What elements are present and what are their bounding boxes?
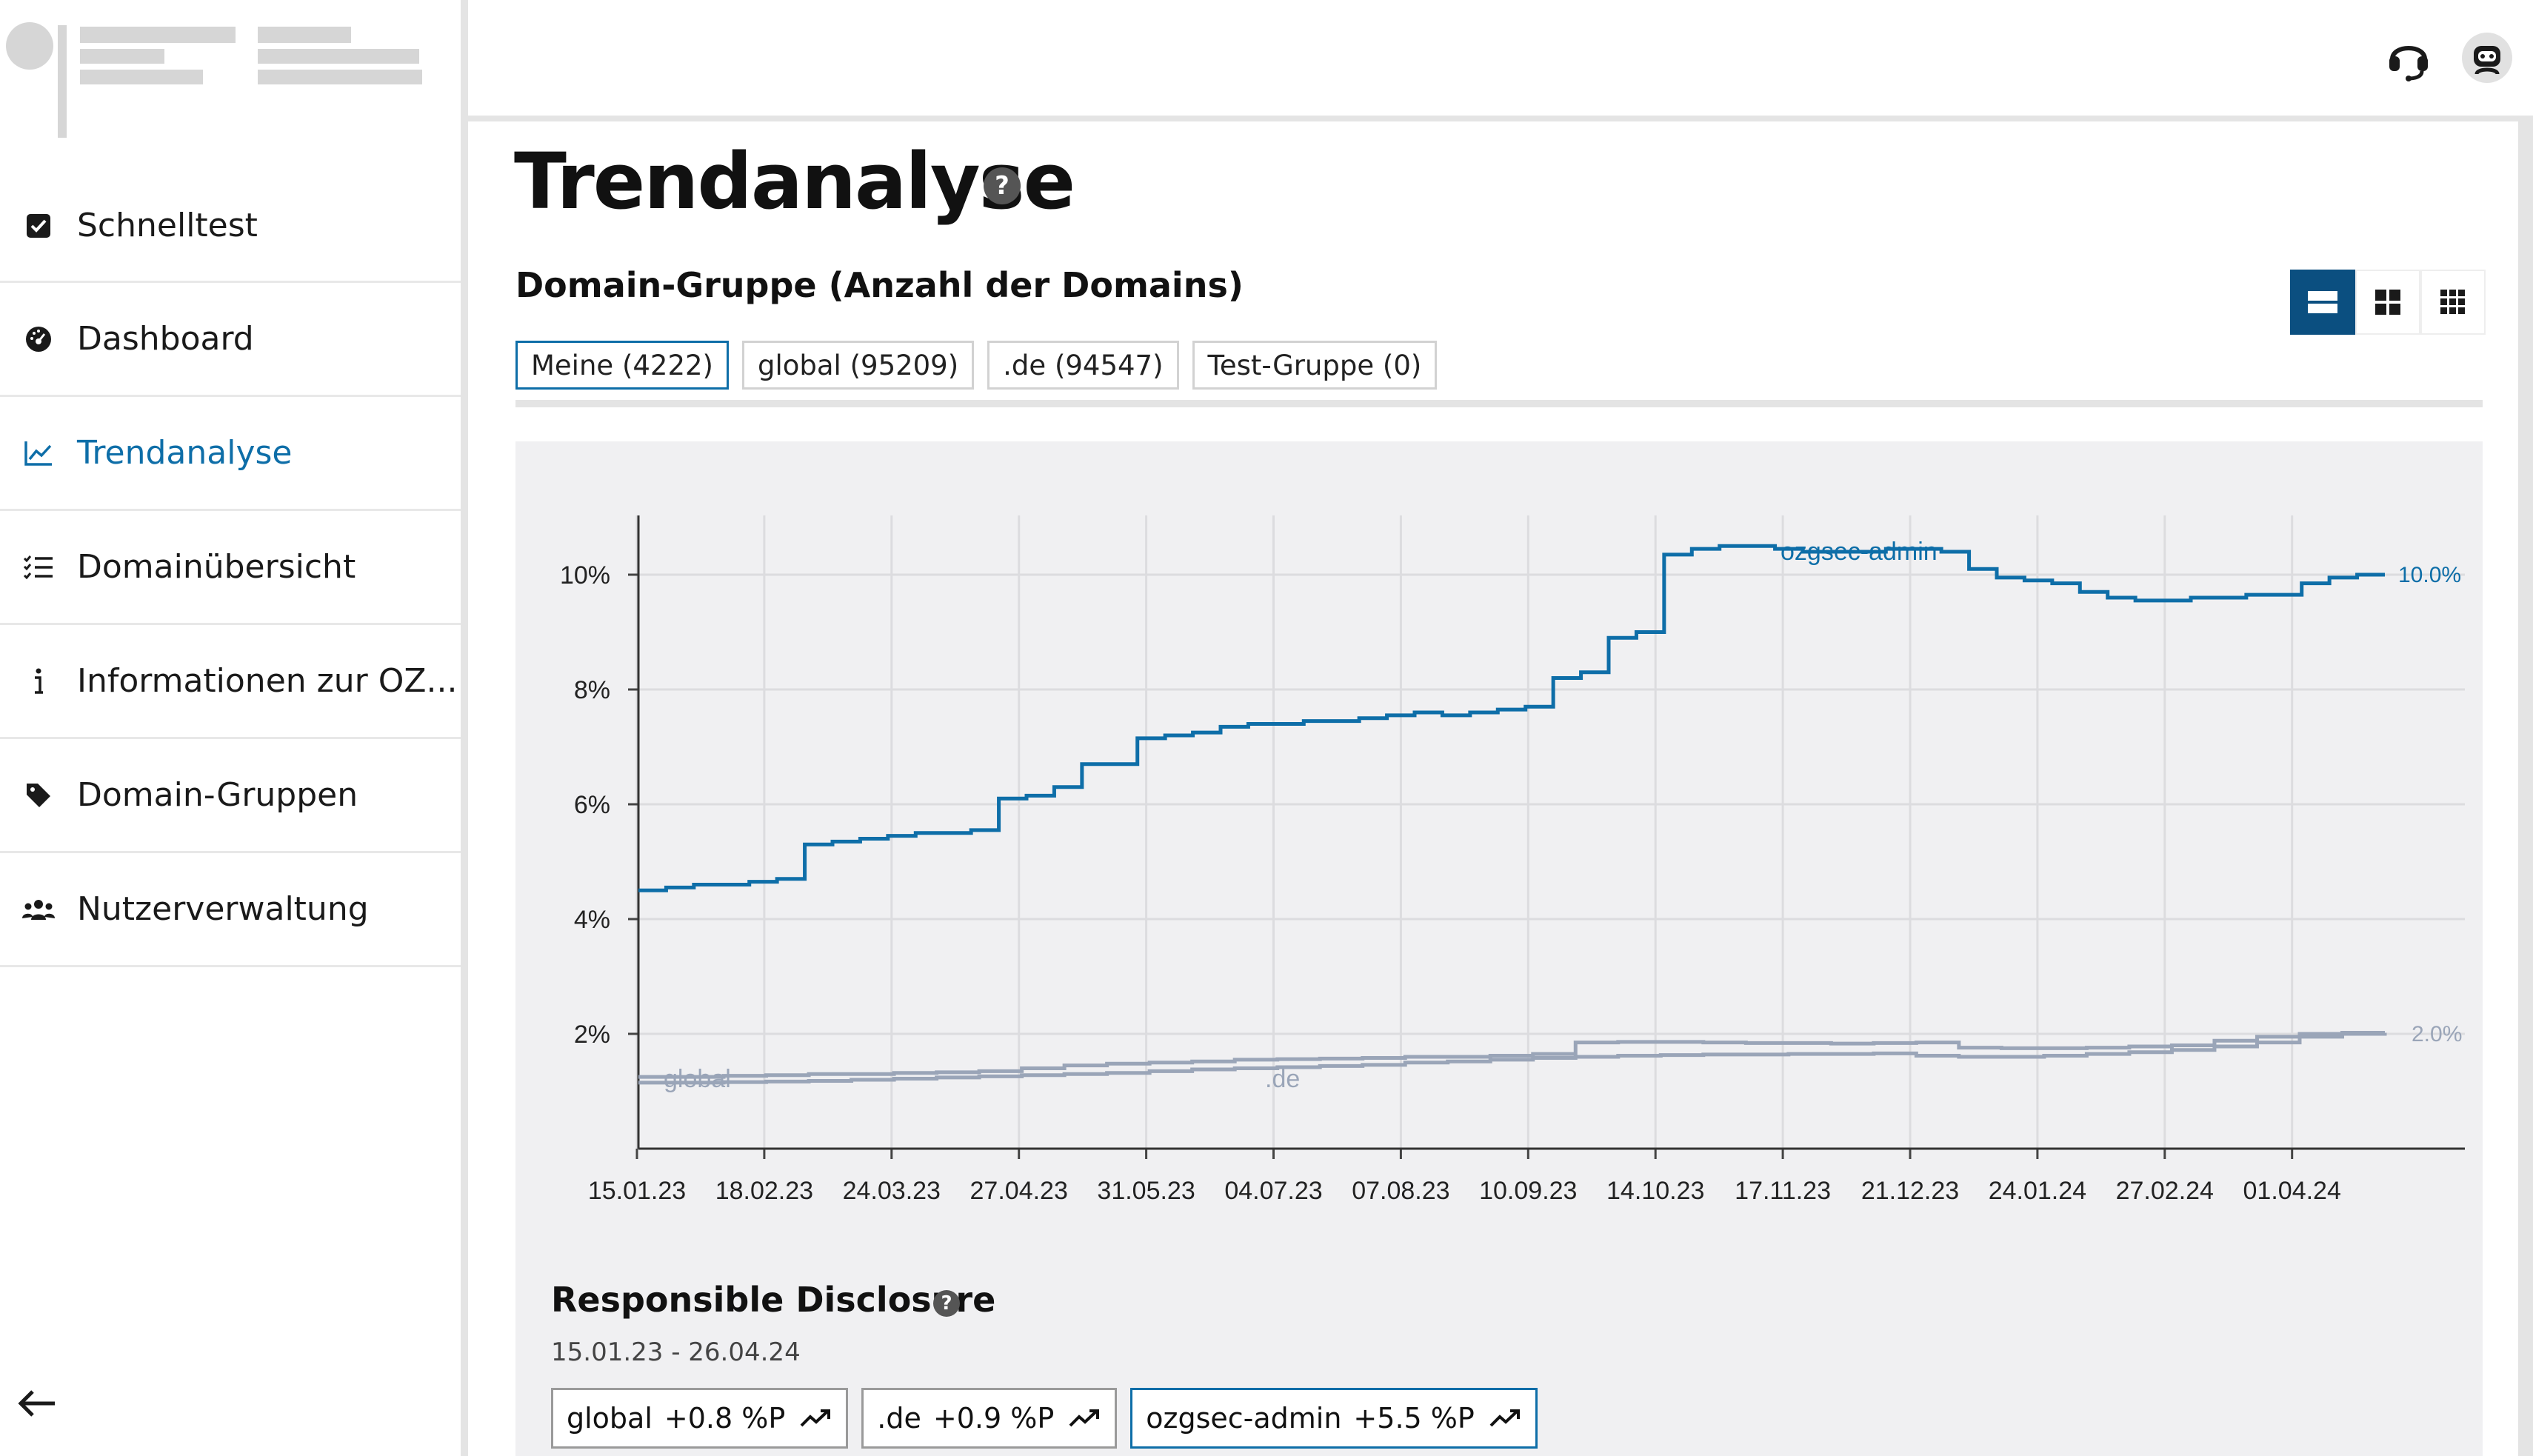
- chip-value: +0.8 %P: [664, 1402, 786, 1435]
- two-column-icon[interactable]: [2355, 270, 2420, 335]
- series-line-dot-de: [638, 1032, 2387, 1085]
- y-tick-label: 2%: [574, 1021, 610, 1049]
- one-column-icon[interactable]: [2290, 270, 2355, 335]
- chip-value: +5.5 %P: [1353, 1402, 1475, 1435]
- trend-up-icon: [1069, 1409, 1100, 1427]
- x-tick-label: 01.04.24: [2243, 1177, 2341, 1205]
- sidebar-item-label: Domainübersicht: [77, 548, 356, 586]
- x-tick-label: 21.12.23: [1861, 1177, 1959, 1205]
- collapse-sidebar-arrow-icon[interactable]: [15, 1385, 59, 1422]
- x-tick-label: 27.04.23: [970, 1177, 1068, 1205]
- gauge-icon: [21, 321, 56, 357]
- sidebar-divider: [461, 0, 468, 1456]
- responsible-disclosure-title: Responsible Disclosure: [551, 1280, 996, 1320]
- sidebar-item-domain-gruppen[interactable]: Domain-Gruppen: [0, 739, 461, 853]
- disclosure-chips: global +0.8 %P .de +0.9 %P ozgsec-admin …: [551, 1388, 1538, 1449]
- series-label: ozgsec-admin: [1781, 538, 1938, 566]
- series-line-ozgsec-admin: [638, 544, 2385, 892]
- chip-name: global: [567, 1402, 653, 1435]
- sidebar-item-informationen[interactable]: Informationen zur OZ...: [0, 625, 461, 739]
- trend-chart: 15.01.23 18.02.23 24.03.23 27.04.23 31.05.23…: [560, 515, 2465, 1205]
- sidebar-item-label: Nutzerverwaltung: [77, 890, 369, 928]
- x-tick-label: 14.10.23: [1606, 1177, 1704, 1205]
- chip-de[interactable]: .de +0.9 %P: [861, 1388, 1118, 1449]
- avatar-icon[interactable]: [2459, 30, 2515, 86]
- x-tick-label: 04.07.23: [1224, 1177, 1322, 1205]
- sidebar-item-nutzerverwaltung[interactable]: Nutzerverwaltung: [0, 853, 461, 967]
- help-icon[interactable]: ?: [984, 167, 1021, 204]
- sidebar-item-dashboard[interactable]: Dashboard: [0, 283, 461, 397]
- scrollbar-track[interactable]: [2518, 121, 2533, 1456]
- tab-test-gruppe[interactable]: Test-Gruppe (0): [1192, 341, 1438, 390]
- x-tick-label: 10.09.23: [1479, 1177, 1577, 1205]
- trend-up-icon: [1489, 1409, 1520, 1427]
- sidebar-item-trendanalyse[interactable]: Trendanalyse: [0, 397, 461, 511]
- sidebar-item-label: Schnelltest: [77, 207, 258, 244]
- chip-name: ozgsec-admin: [1146, 1402, 1342, 1435]
- sidebar-item-label: Dashboard: [77, 320, 254, 358]
- x-tick-label: 07.08.23: [1352, 1177, 1449, 1205]
- tabs-divider: [515, 400, 2483, 407]
- tab-meine[interactable]: Meine (4222): [515, 341, 729, 390]
- chip-ozgsec-admin[interactable]: ozgsec-admin +5.5 %P: [1130, 1388, 1538, 1449]
- y-tick-label: 4%: [574, 906, 610, 934]
- chip-name: .de: [877, 1402, 921, 1435]
- checkbox-icon: [21, 208, 56, 244]
- chip-global[interactable]: global +0.8 %P: [551, 1388, 849, 1449]
- trend-up-icon: [800, 1409, 831, 1427]
- domain-group-heading: Domain-Gruppe (Anzahl der Domains): [515, 265, 1244, 305]
- tab-global[interactable]: global (95209): [741, 341, 975, 390]
- sidebar-item-schnelltest[interactable]: Schnelltest: [0, 170, 461, 283]
- chart-line-icon: [21, 435, 56, 471]
- series-label: global: [664, 1065, 731, 1093]
- headset-icon[interactable]: [2380, 30, 2437, 86]
- y-tick-label: 10%: [560, 561, 610, 590]
- top-bar: [468, 0, 2533, 116]
- help-icon[interactable]: ?: [933, 1290, 960, 1317]
- view-mode-toggle: [2290, 270, 2486, 335]
- sidebar: Schnelltest Dashboard Trendanalyse Domai…: [0, 0, 461, 1456]
- x-tick-label: 24.03.23: [843, 1177, 941, 1205]
- list-check-icon: [21, 550, 56, 585]
- domain-group-tabs: Meine (4222) global (95209) .de (94547) …: [515, 341, 1438, 390]
- x-tick-label: 15.01.23: [588, 1177, 686, 1205]
- sidebar-item-domainuebersicht[interactable]: Domainübersicht: [0, 511, 461, 625]
- x-tick-label: 24.01.24: [1989, 1177, 2086, 1205]
- sidebar-item-label: Trendanalyse: [77, 434, 293, 472]
- y-tick-label: 8%: [574, 676, 610, 704]
- sidebar-item-label: Informationen zur OZ...: [77, 662, 458, 700]
- sidebar-item-label: Domain-Gruppen: [77, 776, 358, 814]
- series-end-label: 10.0%: [2398, 563, 2461, 587]
- series-label: .de: [1265, 1065, 1300, 1093]
- y-tick-label: 6%: [574, 791, 610, 819]
- x-tick-label: 17.11.23: [1735, 1177, 1831, 1205]
- x-tick-label: 18.02.23: [715, 1177, 813, 1205]
- tab-de[interactable]: .de (94547): [987, 341, 1179, 390]
- x-tick-label: 27.02.24: [2116, 1177, 2214, 1205]
- tag-icon: [21, 778, 56, 813]
- date-range: 15.01.23 - 26.04.24: [551, 1338, 801, 1367]
- sidebar-nav: Schnelltest Dashboard Trendanalyse Domai…: [0, 170, 461, 967]
- three-column-icon[interactable]: [2420, 270, 2486, 335]
- top-bar-divider: [468, 116, 2533, 121]
- info-icon: [21, 664, 56, 699]
- chip-value: +0.9 %P: [932, 1402, 1055, 1435]
- x-tick-label: 31.05.23: [1097, 1177, 1195, 1205]
- logo: [0, 0, 461, 156]
- series-end-label: 2.0%: [2412, 1022, 2462, 1046]
- users-icon: [21, 892, 56, 927]
